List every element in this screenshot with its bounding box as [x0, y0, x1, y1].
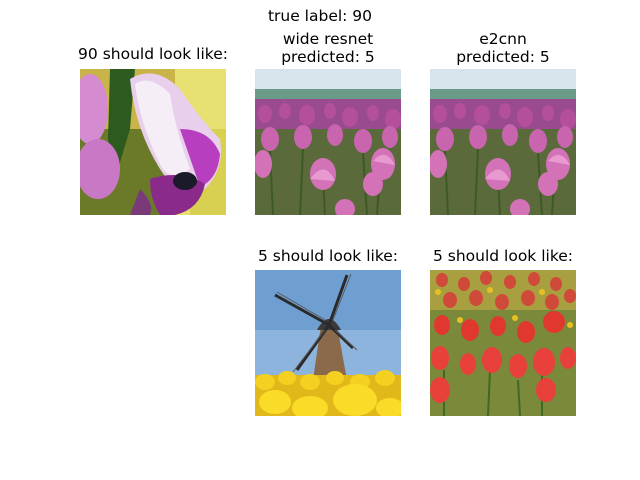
panel-title-wide-resnet-pred-example: 5 should look like: [257, 247, 399, 265]
red-tulips-image [430, 270, 576, 416]
image-input-wide-resnet [255, 69, 401, 215]
panel-title-true-example: 90 should look like: [78, 45, 228, 63]
figure-title: true label: 90 [267, 7, 373, 25]
e2cnn-prediction: predicted: 5 [456, 48, 550, 66]
tulip-field-image [430, 69, 576, 215]
wide-resnet-prediction: predicted: 5 [281, 48, 375, 66]
tulip-field-image [255, 69, 401, 215]
windmill-image [255, 270, 401, 416]
image-true-class-example [80, 69, 226, 215]
wide-resnet-model-name: wide resnet [282, 30, 374, 48]
panel-title-e2cnn-pred-example: 5 should look like: [432, 247, 574, 265]
e2cnn-model-name: e2cnn [479, 30, 527, 48]
image-input-e2cnn [430, 69, 576, 215]
cyclamen-flower-image [80, 69, 226, 215]
panel-title-wide-resnet: wide resnet predicted: 5 [228, 30, 428, 66]
image-predicted-class-example-e2cnn [430, 270, 576, 416]
image-predicted-class-example-wide-resnet [255, 270, 401, 416]
panel-title-e2cnn: e2cnn predicted: 5 [403, 30, 603, 66]
